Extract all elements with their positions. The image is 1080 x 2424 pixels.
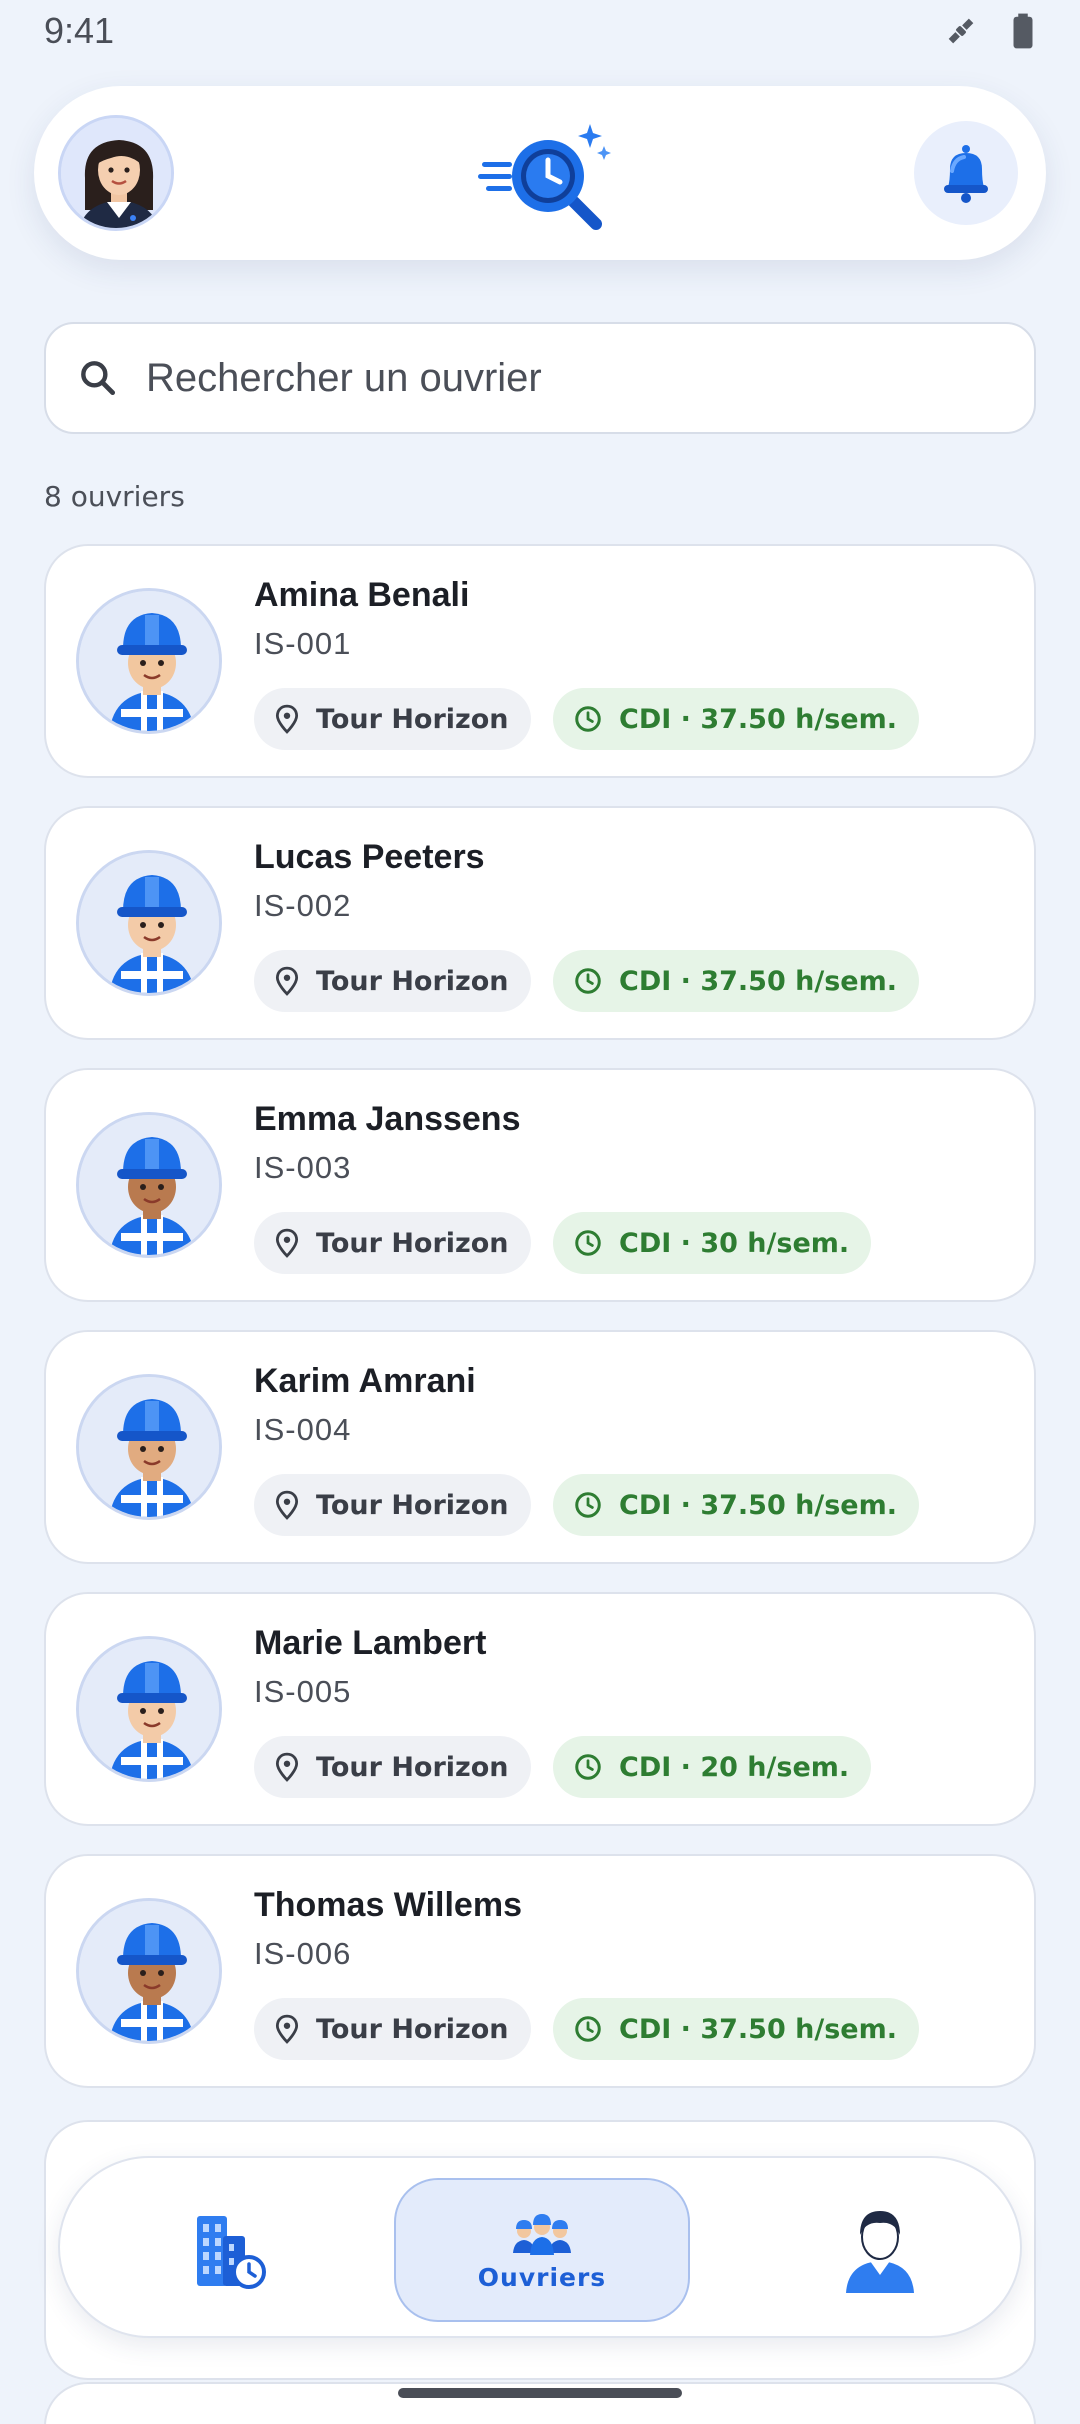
worker-id: IS-003 [254, 1150, 352, 1185]
worker-avatar [76, 1374, 222, 1520]
worker-id: IS-001 [254, 626, 352, 661]
contract-chip-label: CDI · 20 h/sem. [619, 1751, 850, 1783]
worker-helmet-icon [79, 1115, 219, 1255]
worker-helmet-icon [79, 1639, 219, 1779]
worker-id: IS-002 [254, 888, 352, 923]
contract-chip: CDI · 37.50 h/sem. [553, 1474, 919, 1536]
location-pin-icon [275, 1490, 299, 1520]
status-bar: 9:41 [0, 0, 1080, 62]
site-chip-label: Tour Horizon [316, 1227, 509, 1259]
worker-id: IS-004 [254, 1412, 352, 1447]
contract-chip-label: CDI · 30 h/sem. [619, 1227, 850, 1259]
search-input[interactable] [146, 355, 1034, 401]
location-pin-icon [275, 1752, 299, 1782]
search-icon [81, 361, 116, 396]
worker-avatar [76, 850, 222, 996]
search-bar[interactable] [44, 322, 1036, 434]
location-pin-icon [275, 704, 299, 734]
worker-avatar [76, 1898, 222, 2044]
bell-icon [944, 145, 988, 203]
worker-name: Marie Lambert [254, 1624, 487, 1662]
worker-name: Lucas Peeters [254, 838, 485, 876]
user-avatar[interactable] [58, 115, 174, 231]
worker-name: Thomas Willems [254, 1886, 522, 1924]
worker-helmet-icon [79, 853, 219, 993]
list-item[interactable]: Amina Benali IS-001 Tour Horizon CDI · 3… [44, 544, 1036, 778]
buildings-clock-icon [197, 2216, 266, 2289]
nav-item-sites[interactable] [150, 2178, 310, 2322]
contract-chip-label: CDI · 37.50 h/sem. [619, 2013, 897, 2045]
site-chip-label: Tour Horizon [316, 2013, 509, 2045]
clock-icon [575, 1230, 601, 1256]
location-pin-icon [275, 2014, 299, 2044]
worker-helmet-icon [79, 1901, 219, 2041]
list-item[interactable]: Thomas Willems IS-006 Tour Horizon CDI ·… [44, 1854, 1036, 2088]
contract-chip-label: CDI · 37.50 h/sem. [619, 703, 897, 735]
clock-icon [575, 2016, 601, 2042]
bottom-navigation: Ouvriers [58, 2156, 1022, 2338]
worker-count: 8 ouvriers [44, 480, 185, 513]
worker-name: Amina Benali [254, 576, 470, 614]
satellite-icon [948, 18, 974, 44]
contract-chip: CDI · 37.50 h/sem. [553, 950, 919, 1012]
location-pin-icon [275, 1228, 299, 1258]
list-item[interactable]: Emma Janssens IS-003 Tour Horizon CDI · … [44, 1068, 1036, 1302]
home-indicator[interactable] [398, 2388, 682, 2398]
nav-item-workers[interactable]: Ouvriers [394, 2178, 690, 2322]
user-profile-icon [846, 2211, 914, 2293]
contract-chip-label: CDI · 37.50 h/sem. [619, 965, 897, 997]
contract-chip: CDI · 37.50 h/sem. [553, 1998, 919, 2060]
clock-icon [575, 1754, 601, 1780]
worker-avatar [76, 1636, 222, 1782]
worker-name: Karim Amrani [254, 1362, 476, 1400]
worker-name: Emma Janssens [254, 1100, 521, 1138]
list-item[interactable]: Karim Amrani IS-004 Tour Horizon CDI · 3… [44, 1330, 1036, 1564]
clock-icon [575, 706, 601, 732]
worker-avatar [76, 1112, 222, 1258]
notifications-button[interactable] [914, 121, 1018, 225]
status-icons [942, 12, 1036, 50]
site-chip: Tour Horizon [254, 950, 531, 1012]
status-time: 9:41 [44, 10, 115, 51]
site-chip: Tour Horizon [254, 1212, 531, 1274]
worker-helmet-icon [79, 591, 219, 731]
contract-chip-label: CDI · 37.50 h/sem. [619, 1489, 897, 1521]
location-pin-icon [275, 966, 299, 996]
worker-avatar [76, 588, 222, 734]
woman-avatar-icon [61, 118, 171, 228]
contract-chip: CDI · 20 h/sem. [553, 1736, 872, 1798]
worker-helmet-icon [79, 1377, 219, 1517]
site-chip: Tour Horizon [254, 1474, 531, 1536]
worker-list: Amina Benali IS-001 Tour Horizon CDI · 3… [44, 544, 1036, 2116]
list-item[interactable]: Marie Lambert IS-005 Tour Horizon CDI · … [44, 1592, 1036, 1826]
clock-icon [575, 1492, 601, 1518]
site-chip: Tour Horizon [254, 1736, 531, 1798]
nav-item-workers-label: Ouvriers [477, 2262, 607, 2292]
site-chip: Tour Horizon [254, 688, 531, 750]
clock-search-logo-icon [478, 124, 611, 230]
site-chip-label: Tour Horizon [316, 1489, 509, 1521]
site-chip-label: Tour Horizon [316, 965, 509, 997]
site-chip-label: Tour Horizon [316, 703, 509, 735]
contract-chip: CDI · 37.50 h/sem. [553, 688, 919, 750]
list-item[interactable]: Lucas Peeters IS-002 Tour Horizon CDI · … [44, 806, 1036, 1040]
nav-item-profile[interactable] [800, 2178, 960, 2322]
battery-icon [1013, 13, 1033, 49]
worker-id: IS-005 [254, 1674, 352, 1709]
site-chip: Tour Horizon [254, 1998, 531, 2060]
site-chip-label: Tour Horizon [316, 1751, 509, 1783]
clock-icon [575, 968, 601, 994]
worker-id: IS-006 [254, 1936, 352, 1971]
workers-group-icon [513, 2213, 571, 2255]
contract-chip: CDI · 30 h/sem. [553, 1212, 872, 1274]
app-logo [478, 120, 614, 230]
app-header [34, 86, 1046, 260]
